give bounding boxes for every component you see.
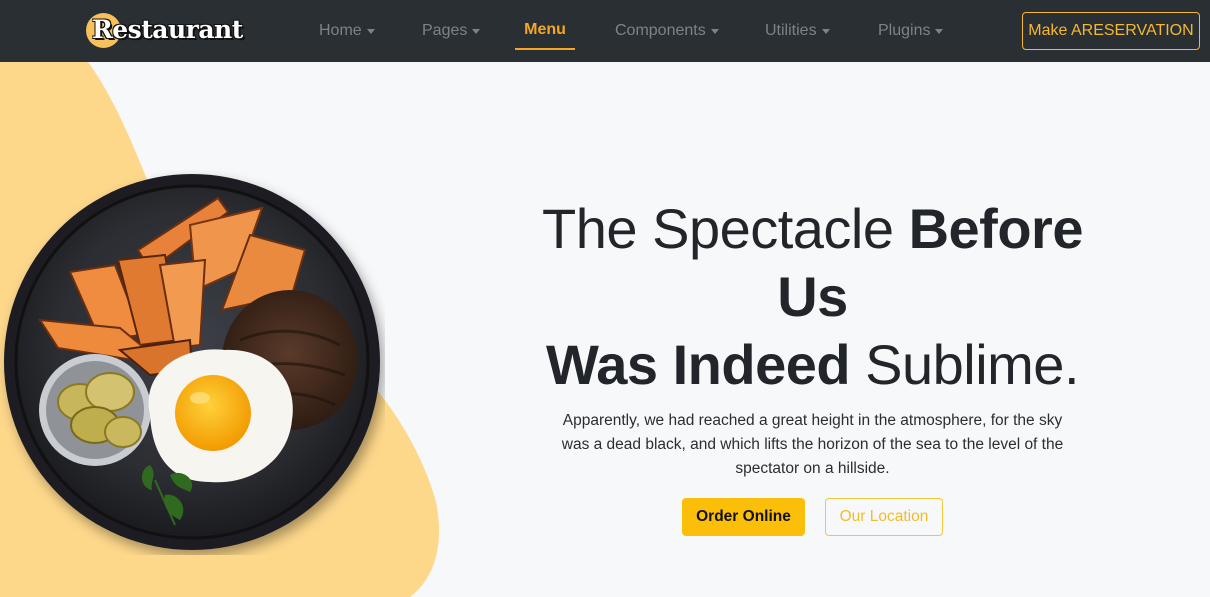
nav-item-label: Pages	[422, 22, 468, 39]
nav-item-pages[interactable]: Pages	[422, 0, 481, 62]
nav-item-label: Components	[615, 22, 706, 39]
hero-description: Apparently, we had reached a great heigh…	[561, 412, 1064, 477]
headline-light-text: The Spectacle	[542, 197, 909, 260]
nav-item-utilities[interactable]: Utilities	[765, 0, 830, 62]
nav-item-plugins[interactable]: Plugins	[878, 0, 944, 62]
caret-down-icon	[935, 28, 944, 34]
nav-item-label: Plugins	[878, 22, 931, 39]
our-location-button[interactable]: Our Location	[825, 498, 943, 536]
headline-bold-text: Was Indeed	[545, 333, 851, 396]
caret-down-icon	[821, 28, 830, 34]
brand-name: Restaurant	[92, 15, 243, 44]
hero-headline: The Spectacle Before Us Was Indeed Subli…	[530, 195, 1095, 399]
make-reservation-button[interactable]: Make ARESERVATION	[1022, 12, 1200, 50]
nav-item-components[interactable]: Components	[615, 0, 719, 62]
caret-down-icon	[366, 28, 375, 34]
caret-down-icon	[710, 28, 719, 34]
top-navbar: Restaurant Home Pages Menu Components Ut…	[0, 0, 1210, 62]
nav-item-label: Utilities	[765, 22, 817, 39]
nav-item-home[interactable]: Home	[319, 0, 375, 62]
nav-item-label: Menu	[524, 21, 566, 38]
food-plate-image	[4, 174, 380, 550]
active-underline	[515, 48, 575, 50]
caret-down-icon	[472, 28, 481, 34]
hero-actions: Order Online Our Location	[530, 498, 1095, 536]
headline-bold-text: Us	[777, 265, 848, 328]
order-online-button[interactable]: Order Online	[682, 498, 805, 536]
headline-bold-text: Before	[908, 197, 1084, 260]
nav-item-label: Home	[319, 22, 362, 39]
nav-item-menu[interactable]: Menu	[515, 0, 575, 62]
headline-light-text: Sublime.	[850, 333, 1080, 396]
hero-section: The Spectacle Before Us Was Indeed Subli…	[530, 195, 1095, 536]
brand-logo[interactable]: Restaurant	[84, 11, 243, 51]
